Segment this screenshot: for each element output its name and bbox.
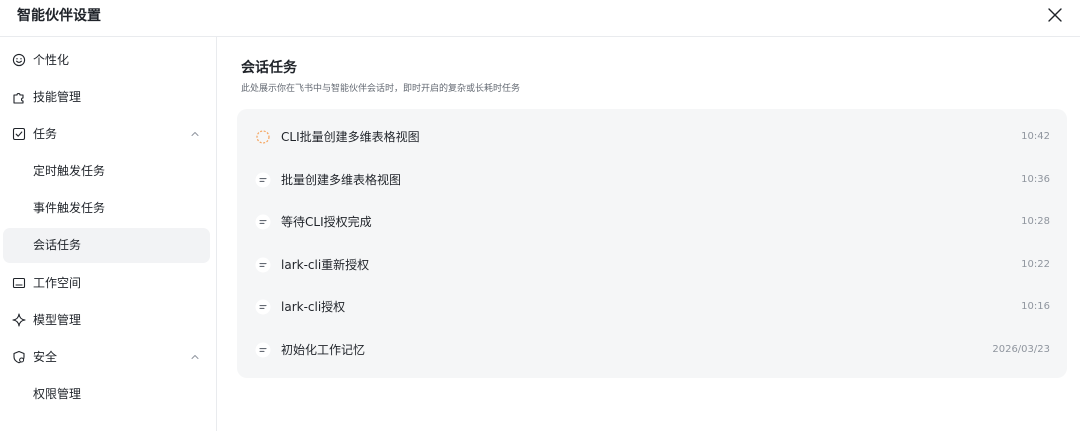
page-description: 此处展示你在飞书中与智能伙伴会话时，即时开启的复杂或长耗时任务 <box>241 84 521 94</box>
loading-icon <box>255 129 271 145</box>
list-icon <box>255 172 271 188</box>
shield-icon <box>12 350 26 364</box>
task-time: 10:42 <box>1021 131 1050 142</box>
task-name: lark-cli授权 <box>281 300 346 314</box>
sidebar-item-skills[interactable]: 技能管理 <box>3 80 210 115</box>
sparkle-icon <box>12 313 26 327</box>
sidebar-item-label: 模型管理 <box>33 313 82 327</box>
sidebar-item-session-tasks[interactable]: 会话任务 <box>3 228 210 263</box>
task-row[interactable]: lark-cli授权 10:16 <box>237 286 1067 328</box>
list-icon <box>255 257 271 273</box>
smile-icon <box>12 53 26 67</box>
sidebar-item-label: 会话任务 <box>33 238 82 252</box>
sidebar-item-models[interactable]: 模型管理 <box>3 303 210 338</box>
task-row[interactable]: 等待CLI授权完成 10:28 <box>237 201 1067 243</box>
checkbox-icon <box>12 127 26 141</box>
sidebar-item-personalization[interactable]: 个性化 <box>3 43 210 78</box>
task-row[interactable]: CLI批量创建多维表格视图 10:42 <box>237 116 1067 158</box>
sidebar-item-workspace[interactable]: 工作空间 <box>3 266 210 301</box>
sidebar-item-label: 工作空间 <box>33 276 82 290</box>
task-row[interactable]: 初始化工作记忆 2026/03/23 <box>237 329 1067 371</box>
sidebar-item-label: 权限管理 <box>33 387 82 401</box>
task-row[interactable]: 批量创建多维表格视图 10:36 <box>237 159 1067 201</box>
dialog-title: 智能伙伴设置 <box>17 8 101 24</box>
main-content: 会话任务 此处展示你在飞书中与智能伙伴会话时，即时开启的复杂或长耗时任务 CLI… <box>218 37 1080 431</box>
task-name: 初始化工作记忆 <box>281 343 366 357</box>
sidebar-item-label: 任务 <box>33 127 58 141</box>
task-name: lark-cli重新授权 <box>281 258 370 272</box>
task-time: 10:36 <box>1021 174 1050 185</box>
sidebar-item-permissions[interactable]: 权限管理 <box>3 377 210 412</box>
task-time: 2026/03/23 <box>992 344 1050 355</box>
page-title: 会话任务 <box>241 60 297 76</box>
sidebar-item-label: 定时触发任务 <box>33 164 106 178</box>
task-name: 批量创建多维表格视图 <box>281 173 402 187</box>
task-time: 10:28 <box>1021 216 1050 227</box>
task-name: 等待CLI授权完成 <box>281 215 372 229</box>
sidebar-item-security[interactable]: 安全 <box>3 340 210 375</box>
task-name: CLI批量创建多维表格视图 <box>281 130 420 144</box>
sidebar-item-label: 事件触发任务 <box>33 201 106 215</box>
chevron-up-icon[interactable] <box>189 128 201 140</box>
sidebar-item-scheduled-tasks[interactable]: 定时触发任务 <box>3 154 210 189</box>
list-icon <box>255 214 271 230</box>
sidebar-item-event-tasks[interactable]: 事件触发任务 <box>3 191 210 226</box>
list-icon <box>255 342 271 358</box>
dialog-header: 智能伙伴设置 <box>0 0 1080 37</box>
task-list: CLI批量创建多维表格视图 10:42 批量创建多维表格视图 10:36 等待C… <box>237 109 1067 378</box>
settings-sidebar: 个性化 技能管理 任务 定时触发任务 事件触发任务 会话任务 工作空间 模型管理… <box>0 37 217 431</box>
puzzle-icon <box>12 90 26 104</box>
sidebar-item-label: 安全 <box>33 350 58 364</box>
task-time: 10:22 <box>1021 259 1050 270</box>
task-row[interactable]: lark-cli重新授权 10:22 <box>237 244 1067 286</box>
close-icon <box>1048 8 1062 22</box>
sidebar-item-tasks[interactable]: 任务 <box>3 117 210 152</box>
list-icon <box>255 299 271 315</box>
close-button[interactable] <box>1044 4 1066 26</box>
folder-icon <box>12 276 26 290</box>
task-time: 10:16 <box>1021 301 1050 312</box>
chevron-up-icon[interactable] <box>189 351 201 363</box>
sidebar-item-label: 技能管理 <box>33 90 82 104</box>
sidebar-item-label: 个性化 <box>33 53 70 67</box>
